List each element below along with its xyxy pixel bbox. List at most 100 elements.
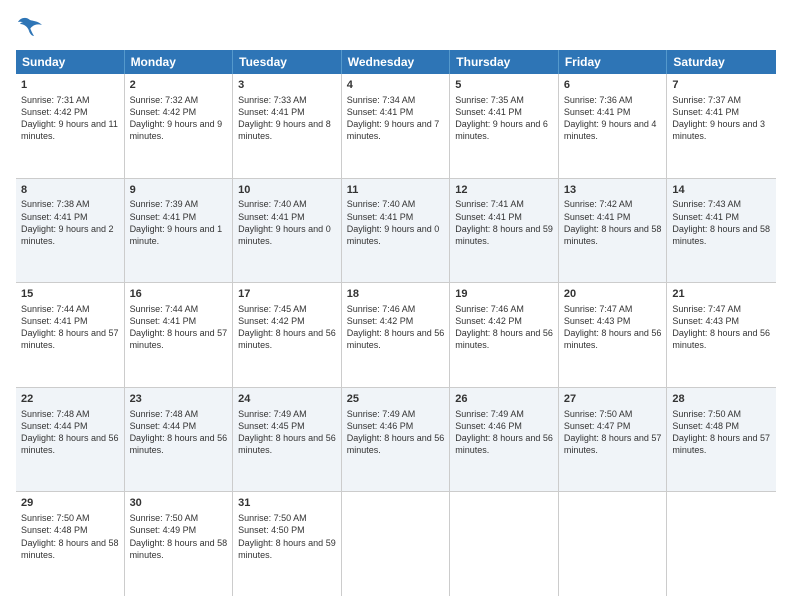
day-cell-18: 18Sunrise: 7:46 AMSunset: 4:42 PMDayligh… (342, 283, 451, 387)
sunrise: Sunrise: 7:48 AM (130, 409, 199, 419)
calendar-week-3: 15Sunrise: 7:44 AMSunset: 4:41 PMDayligh… (16, 283, 776, 388)
col-sunday: Sunday (16, 50, 125, 74)
daylight: Daylight: 8 hours and 56 minutes. (564, 328, 662, 350)
calendar-week-4: 22 Sunrise: 7:48 AM Sunset: 4:44 PM Dayligh… (16, 388, 776, 493)
daylight: Daylight: 9 hours and 9 minutes. (130, 119, 223, 141)
day-number: 22 (21, 392, 119, 407)
sunset: Sunset: 4:49 PM (130, 525, 197, 535)
day-number: 21 (672, 287, 771, 302)
sunset: Sunset: 4:41 PM (130, 212, 197, 222)
empty-cell (342, 492, 451, 596)
empty-cell (559, 492, 668, 596)
daylight: Daylight: 9 hours and 4 minutes. (564, 119, 657, 141)
daylight: Daylight: 8 hours and 56 minutes. (455, 433, 553, 455)
sunset: Sunset: 4:42 PM (130, 107, 197, 117)
empty-cell (450, 492, 559, 596)
day-cell-29: 29Sunrise: 7:50 AMSunset: 4:48 PMDayligh… (16, 492, 125, 596)
sunrise: Sunrise: 7:45 AM (238, 304, 307, 314)
day-cell-27: 27Sunrise: 7:50 AMSunset: 4:47 PMDayligh… (559, 388, 668, 492)
sunset: Sunset: 4:45 PM (238, 421, 305, 431)
col-thursday: Thursday (450, 50, 559, 74)
sunset: Sunset: 4:44 PM (130, 421, 197, 431)
day-number: 8 (21, 183, 119, 198)
day-number: 5 (455, 78, 553, 93)
day-number: 31 (238, 496, 336, 511)
daylight: Daylight: 8 hours and 56 minutes. (130, 433, 228, 455)
calendar-body: 1Sunrise: 7:31 AMSunset: 4:42 PMDaylight… (16, 74, 776, 596)
sunset: Sunset: 4:47 PM (564, 421, 631, 431)
sunset: Sunset: 4:41 PM (347, 107, 414, 117)
day-cell-15: 15Sunrise: 7:44 AMSunset: 4:41 PMDayligh… (16, 283, 125, 387)
day-cell-19: 19Sunrise: 7:46 AMSunset: 4:42 PMDayligh… (450, 283, 559, 387)
day-cell-2: 2Sunrise: 7:32 AMSunset: 4:42 PMDaylight… (125, 74, 234, 178)
day-cell-23: 23 Sunrise: 7:48 AM Sunset: 4:44 PM Dayligh… (125, 388, 234, 492)
sunrise: Sunrise: 7:50 AM (21, 513, 90, 523)
day-cell-11: 11Sunrise: 7:40 AMSunset: 4:41 PMDayligh… (342, 179, 451, 283)
sunset: Sunset: 4:41 PM (238, 212, 305, 222)
daylight: Daylight: 9 hours and 0 minutes. (347, 224, 440, 246)
sunrise: Sunrise: 7:49 AM (347, 409, 416, 419)
day-number: 10 (238, 183, 336, 198)
day-cell-31: 31Sunrise: 7:50 AMSunset: 4:50 PMDayligh… (233, 492, 342, 596)
sunset: Sunset: 4:41 PM (130, 316, 197, 326)
sunrise: Sunrise: 7:50 AM (130, 513, 199, 523)
sunrise: Sunrise: 7:46 AM (455, 304, 524, 314)
day-cell-30: 30Sunrise: 7:50 AMSunset: 4:49 PMDayligh… (125, 492, 234, 596)
day-number: 4 (347, 78, 445, 93)
sunset: Sunset: 4:42 PM (455, 316, 522, 326)
daylight: Daylight: 8 hours and 57 minutes. (564, 433, 662, 455)
sunrise: Sunrise: 7:40 AM (347, 199, 416, 209)
sunset: Sunset: 4:41 PM (564, 212, 631, 222)
day-number: 30 (130, 496, 228, 511)
sunrise: Sunrise: 7:48 AM (21, 409, 90, 419)
sunset: Sunset: 4:41 PM (238, 107, 305, 117)
calendar: Sunday Monday Tuesday Wednesday Thursday… (16, 50, 776, 596)
col-saturday: Saturday (667, 50, 776, 74)
day-number: 3 (238, 78, 336, 93)
daylight: Daylight: 9 hours and 8 minutes. (238, 119, 331, 141)
sunset: Sunset: 4:41 PM (455, 107, 522, 117)
day-cell-3: 3Sunrise: 7:33 AMSunset: 4:41 PMDaylight… (233, 74, 342, 178)
header (16, 16, 776, 40)
sunset: Sunset: 4:46 PM (455, 421, 522, 431)
day-number: 24 (238, 392, 336, 407)
col-tuesday: Tuesday (233, 50, 342, 74)
sunrise: Sunrise: 7:39 AM (130, 199, 199, 209)
sunrise: Sunrise: 7:41 AM (455, 199, 524, 209)
sunset: Sunset: 4:42 PM (238, 316, 305, 326)
daylight: Daylight: 8 hours and 56 minutes. (347, 328, 445, 350)
calendar-week-1: 1Sunrise: 7:31 AMSunset: 4:42 PMDaylight… (16, 74, 776, 179)
daylight: Daylight: 8 hours and 58 minutes. (672, 224, 770, 246)
sunset: Sunset: 4:48 PM (672, 421, 739, 431)
day-cell-20: 20Sunrise: 7:47 AMSunset: 4:43 PMDayligh… (559, 283, 668, 387)
sunrise: Sunrise: 7:49 AM (455, 409, 524, 419)
sunrise: Sunrise: 7:35 AM (455, 95, 524, 105)
sunrise: Sunrise: 7:38 AM (21, 199, 90, 209)
calendar-header: Sunday Monday Tuesday Wednesday Thursday… (16, 50, 776, 74)
day-number: 26 (455, 392, 553, 407)
day-cell-5: 5Sunrise: 7:35 AMSunset: 4:41 PMDaylight… (450, 74, 559, 178)
daylight: Daylight: 8 hours and 58 minutes. (564, 224, 662, 246)
day-number: 17 (238, 287, 336, 302)
col-wednesday: Wednesday (342, 50, 451, 74)
sunset: Sunset: 4:41 PM (21, 212, 88, 222)
day-cell-9: 9Sunrise: 7:39 AMSunset: 4:41 PMDaylight… (125, 179, 234, 283)
day-cell-21: 21Sunrise: 7:47 AMSunset: 4:43 PMDayligh… (667, 283, 776, 387)
day-cell-26: 26 Sunrise: 7:49 AM Sunset: 4:46 PM Dayligh… (450, 388, 559, 492)
sunrise: Sunrise: 7:43 AM (672, 199, 741, 209)
sunset: Sunset: 4:46 PM (347, 421, 414, 431)
daylight: Daylight: 9 hours and 0 minutes. (238, 224, 331, 246)
day-cell-13: 13Sunrise: 7:42 AMSunset: 4:41 PMDayligh… (559, 179, 668, 283)
daylight: Daylight: 8 hours and 56 minutes. (21, 433, 119, 455)
sunset: Sunset: 4:41 PM (455, 212, 522, 222)
day-cell-4: 4Sunrise: 7:34 AMSunset: 4:41 PMDaylight… (342, 74, 451, 178)
day-number: 23 (130, 392, 228, 407)
sunrise: Sunrise: 7:50 AM (672, 409, 741, 419)
daylight: Daylight: 8 hours and 57 minutes. (130, 328, 228, 350)
sunrise: Sunrise: 7:49 AM (238, 409, 307, 419)
day-number: 13 (564, 183, 662, 198)
sunset: Sunset: 4:41 PM (564, 107, 631, 117)
sunset: Sunset: 4:41 PM (347, 212, 414, 222)
daylight: Daylight: 8 hours and 56 minutes. (455, 328, 553, 350)
daylight: Daylight: 9 hours and 1 minute. (130, 224, 223, 246)
